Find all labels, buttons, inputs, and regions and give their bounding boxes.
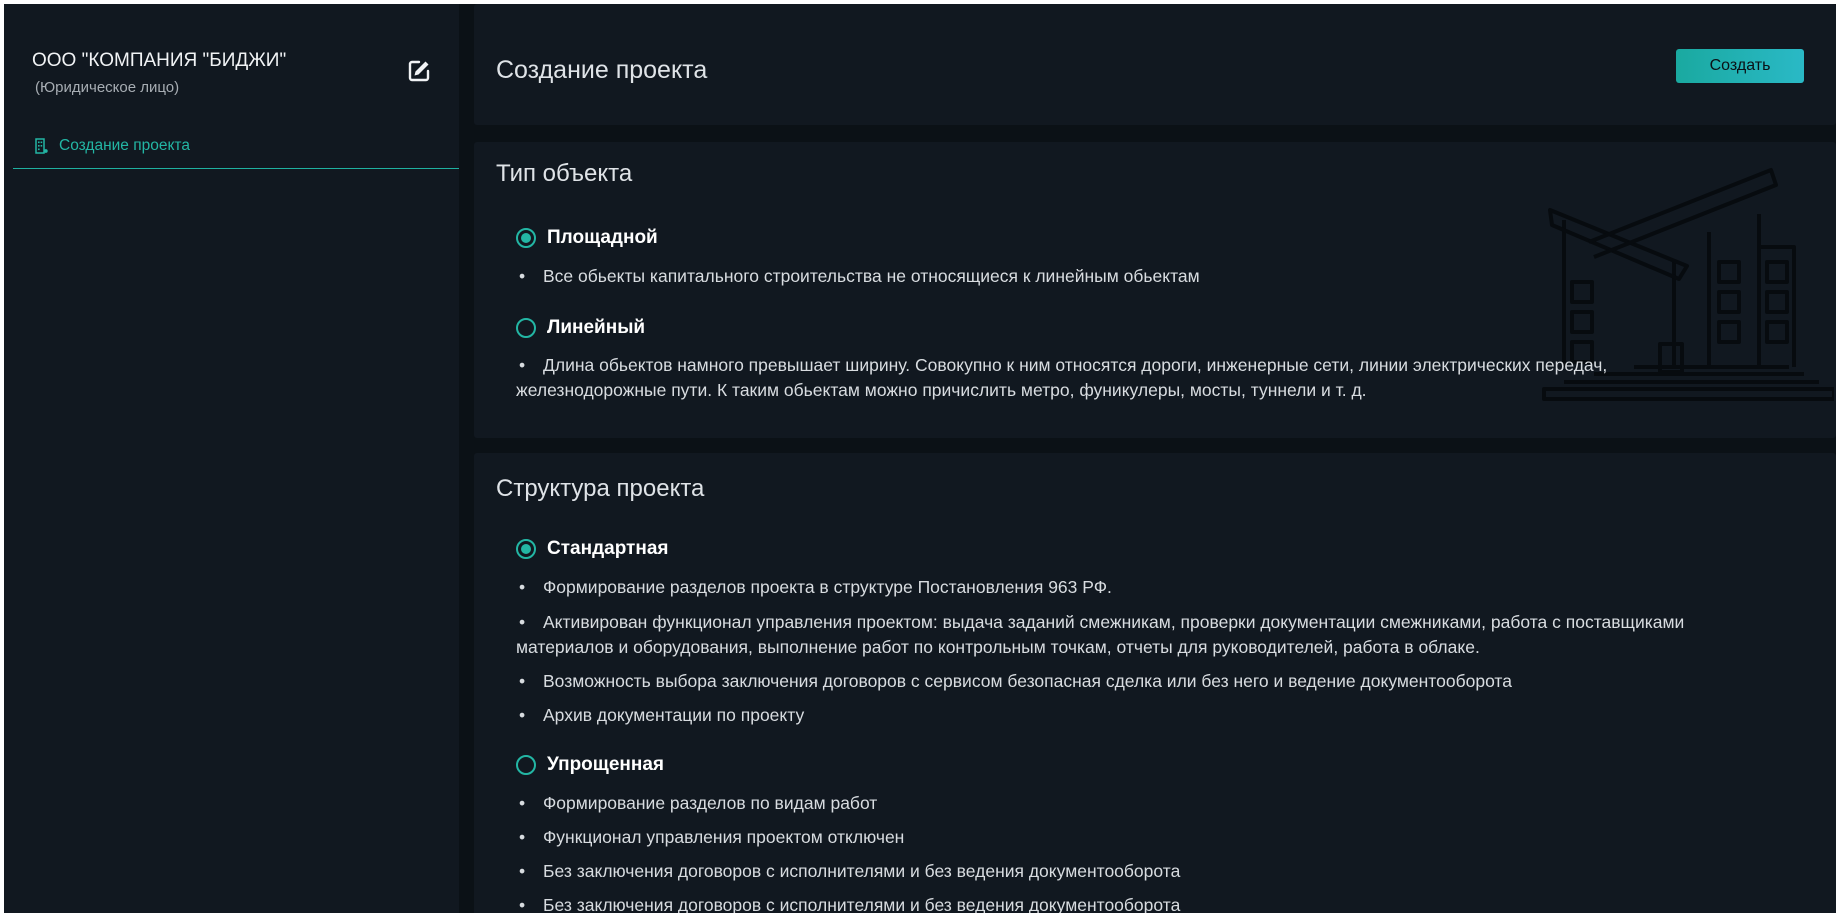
list-item: • Архив документации по проекту — [519, 705, 805, 725]
list-item: • Все обьекты капитального строительства … — [519, 266, 1200, 286]
org-name: ООО "КОМПАНИЯ "БИДЖИ" — [32, 50, 287, 71]
app-window: ООО "КОМПАНИЯ "БИДЖИ" (Юридическое лицо)… — [4, 4, 1836, 913]
page-title: Создание проекта — [496, 56, 708, 84]
radio-unchecked[interactable] — [516, 318, 536, 338]
radio-checked[interactable] — [516, 228, 536, 248]
building-icon — [35, 138, 48, 154]
option-areal[interactable]: Площадной — [516, 227, 658, 249]
option-simplified[interactable]: Упрощенная — [516, 754, 664, 776]
list-item: • Без заключения договоров с исполнителям… — [519, 861, 1181, 881]
page-header: Создание проекта Создать — [474, 4, 1836, 125]
org-type: (Юридическое лицо) — [35, 79, 180, 96]
object-type-card: Тип объекта Площадной • Все обьекты капит… — [474, 142, 1836, 438]
option-label: Линейный — [547, 317, 646, 338]
sidebar: ООО "КОМПАНИЯ "БИДЖИ" (Юридическое лицо)… — [4, 4, 459, 913]
section-title-object-type: Тип объекта — [496, 160, 633, 187]
option-label: Упрощенная — [547, 754, 664, 775]
radio-unchecked[interactable] — [516, 755, 536, 775]
option-label: Стандартная — [547, 538, 669, 559]
list-item: • Формирование разделов проекта в структу… — [519, 577, 1112, 597]
list-item: • Длина обьектов намного превышает ширину… — [516, 355, 1608, 400]
sidebar-item-create-project[interactable]: Создание проекта — [13, 124, 459, 169]
project-structure-card: Структура проекта Стандартная • Формирова… — [474, 453, 1836, 913]
section-title-structure: Структура проекта — [496, 475, 705, 502]
list-item: • Активирован функционал управления проек… — [516, 612, 1685, 657]
edit-icon — [408, 60, 430, 82]
option-label: Площадной — [547, 227, 658, 248]
list-item: • Функционал управления проектом отключен — [519, 827, 905, 847]
create-button[interactable]: Создать — [1676, 49, 1804, 83]
sidebar-item-label: Создание проекта — [59, 137, 190, 154]
list-item: • Возможность выбора заключения договоров… — [519, 671, 1512, 691]
radio-checked[interactable] — [516, 539, 536, 559]
option-linear[interactable]: Линейный — [516, 317, 645, 339]
option-standard[interactable]: Стандартная — [516, 538, 669, 560]
main-content: Создание проекта Создать Тип объекта Пло… — [474, 4, 1836, 913]
edit-org-button[interactable] — [406, 58, 432, 84]
list-item: • Формирование разделов по видам работ — [519, 793, 878, 813]
list-item: • Без заключения договоров с исполнителям… — [519, 895, 1181, 913]
